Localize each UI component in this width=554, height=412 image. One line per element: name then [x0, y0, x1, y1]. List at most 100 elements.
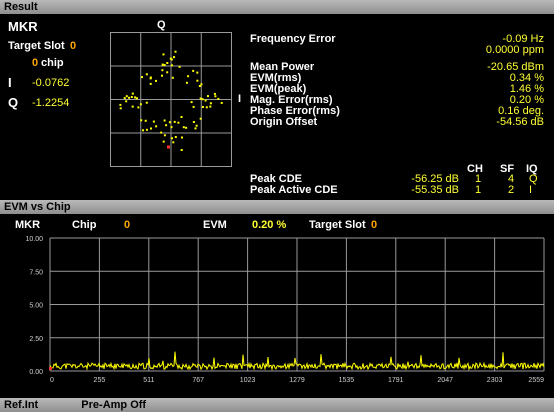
cde-row-value: -55.35 dB [411, 184, 459, 196]
q-label: Q [8, 95, 19, 110]
constellation-point [192, 69, 195, 72]
ref-status: Ref.Int [4, 399, 39, 411]
evm-x-tick-label: 1023 [240, 377, 256, 384]
evm-y-tick-label: 5.00 [29, 303, 43, 310]
constellation-point [145, 101, 148, 104]
metric-label: Origin Offset [250, 116, 318, 128]
evm-x-tick-label: 255 [94, 377, 106, 384]
evm-chip-value: 0 [124, 219, 131, 231]
constellation-point [140, 119, 143, 122]
constellation-point [180, 149, 183, 151]
constellation-point [198, 85, 201, 87]
constellation-diagram [110, 32, 232, 167]
constellation-point [200, 83, 203, 86]
target-slot-value: 0 [70, 40, 77, 52]
constellation-point [182, 126, 185, 129]
constellation-point [144, 119, 147, 122]
evm-x-tick-label: 1535 [339, 377, 355, 384]
constellation-point [199, 117, 202, 120]
constellation-point [201, 106, 204, 108]
constellation-point [173, 120, 176, 123]
constellation-point [207, 95, 209, 98]
evm-label: EVM [203, 219, 227, 231]
constellation-point [205, 106, 208, 109]
evm-x-tick-label: 2303 [487, 377, 503, 384]
constellation-q-axis-label: Q [157, 19, 166, 31]
constellation-point [185, 81, 188, 84]
constellation-point [171, 137, 173, 140]
constellation-point [139, 103, 142, 106]
evm-x-tick-label: 2559 [528, 377, 544, 384]
evm-x-tick-label: 1279 [289, 377, 305, 384]
constellation-point [201, 98, 204, 101]
constellation-marker [167, 145, 170, 149]
metric-label: Frequency Error [250, 33, 336, 45]
constellation-point [172, 141, 175, 144]
constellation-point [161, 69, 164, 72]
cde-row-sf: 2 [508, 184, 515, 196]
constellation-point [131, 92, 134, 95]
constellation-point [181, 136, 183, 139]
constellation-point [135, 97, 138, 100]
constellation-point [128, 96, 130, 99]
constellation-point [163, 134, 166, 137]
chip-label: chip [41, 57, 64, 69]
constellation-point [170, 64, 173, 67]
evm-target-slot-value: 0 [371, 219, 378, 231]
constellation-point [199, 97, 202, 100]
cde-row-label: Peak Active CDE [250, 184, 338, 196]
constellation-point [145, 128, 148, 131]
constellation-point [213, 92, 216, 95]
constellation-point [137, 106, 140, 109]
constellation-point [180, 116, 183, 118]
metric-value: -54.56 dB [496, 116, 544, 128]
evm-x-tick-label: 767 [192, 377, 204, 384]
chip-value: 0 [32, 57, 39, 69]
constellation-point [123, 97, 126, 100]
constellation-point [169, 57, 172, 60]
target-slot-label: Target Slot [8, 40, 65, 52]
constellation-point [190, 101, 193, 104]
evm-target-slot-label: Target Slot [309, 219, 366, 231]
constellation-point [204, 99, 207, 102]
constellation-point [125, 100, 128, 103]
result-panel-header: Result [0, 0, 554, 14]
constellation-point [149, 82, 152, 85]
constellation-point [209, 105, 212, 108]
evm-y-tick-label: 0.00 [29, 369, 43, 376]
constellation-point [196, 71, 199, 74]
evm-y-tick-label: 10.00 [25, 236, 43, 243]
constellation-point [166, 62, 169, 64]
preamp-status: Pre-Amp Off [81, 399, 147, 411]
constellation-point [178, 65, 181, 68]
constellation-point [174, 136, 177, 138]
evm-value: 0.20 % [252, 219, 287, 231]
constellation-point [119, 103, 122, 106]
constellation-point [195, 124, 198, 127]
constellation-point [131, 105, 134, 108]
constellation-point [174, 50, 177, 53]
constellation-point [220, 101, 223, 104]
i-label: I [8, 75, 12, 90]
cde-row-iq: I [529, 184, 533, 196]
constellation-point [130, 96, 133, 98]
constellation-point [163, 64, 166, 67]
constellation-point [170, 126, 173, 129]
constellation-point [149, 76, 152, 79]
result-panel-title: Result [4, 1, 38, 13]
evm-x-tick-label: 511 [143, 377, 154, 384]
constellation-point [161, 74, 163, 77]
constellation-point [185, 126, 188, 129]
i-value: -0.0762 [32, 77, 70, 89]
status-bar: Ref.Int Pre-Amp Off [0, 398, 554, 412]
constellation-point [125, 95, 128, 98]
constellation-point [162, 140, 165, 143]
constellation-point [192, 105, 195, 108]
evm-y-tick-label: 2.50 [29, 336, 43, 343]
evm-y-tick-label: 7.50 [29, 269, 43, 276]
evm-x-tick-label: 2047 [437, 377, 453, 384]
evm-x-tick-label: 1791 [388, 377, 404, 384]
constellation-point [152, 120, 155, 123]
mkr-label: MKR [8, 19, 38, 34]
constellation-point [155, 79, 157, 82]
